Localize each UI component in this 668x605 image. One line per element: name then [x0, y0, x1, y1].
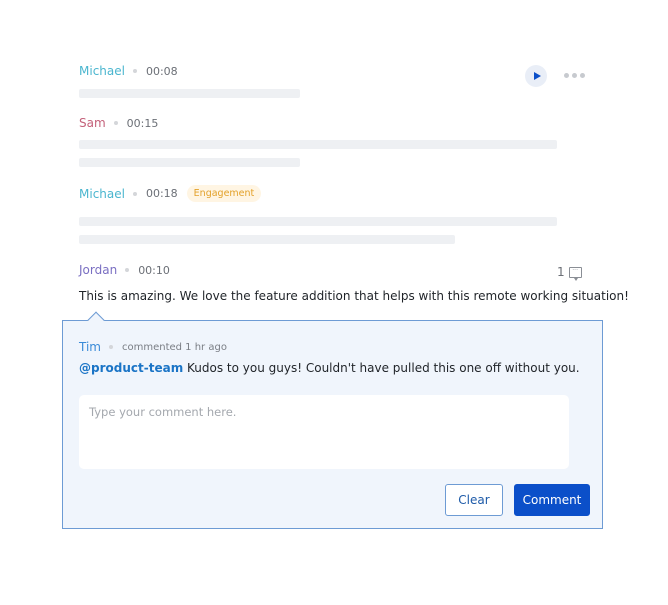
play-icon	[533, 72, 541, 80]
comment-text: Kudos to you guys! Couldn't have pulled …	[183, 361, 580, 375]
transcript-entry-header: Jordan 00:10	[79, 263, 170, 277]
transcript-text-placeholder	[79, 158, 300, 167]
separator-dot	[113, 121, 118, 125]
more-horizontal-icon	[564, 73, 569, 78]
separator-dot	[125, 268, 130, 272]
comment-header: Tim commented 1 hr ago	[79, 340, 227, 354]
comment-meta: commented 1 hr ago	[121, 341, 227, 353]
transcript-entry-header: Michael 00:18 Engagement	[79, 185, 262, 202]
speaker-name: Jordan	[79, 263, 118, 277]
timestamp[interactable]: 00:15	[127, 117, 159, 130]
speaker-name: Sam	[79, 116, 106, 130]
transcript-text: This is amazing. We love the feature add…	[79, 289, 629, 303]
comment-input[interactable]	[79, 395, 569, 469]
transcript-text-placeholder	[79, 235, 455, 244]
comment-count-button[interactable]: 1 ···	[557, 265, 582, 281]
transcript-text-placeholder	[79, 89, 300, 98]
transcript-text-placeholder	[79, 140, 557, 149]
comment-count: 1	[557, 265, 565, 279]
transcript-text-placeholder	[79, 217, 557, 226]
speaker-name: Michael	[79, 64, 125, 78]
play-button[interactable]	[525, 65, 547, 87]
separator-dot	[132, 191, 137, 196]
timestamp[interactable]: 00:10	[138, 264, 170, 277]
separator-dot	[108, 345, 113, 349]
transcript-entry-header: Sam 00:15	[79, 116, 158, 130]
transcript-entry-header: Michael 00:08	[79, 64, 178, 78]
speaker-name: Michael	[79, 186, 125, 201]
more-options-button[interactable]	[564, 73, 585, 78]
timestamp[interactable]: 00:08	[146, 65, 178, 78]
timestamp[interactable]: 00:18	[146, 187, 178, 200]
mention-link[interactable]: @product-team	[79, 361, 183, 375]
separator-dot	[132, 69, 137, 73]
tag-badge: Engagement	[186, 185, 262, 202]
comment-author: Tim	[79, 340, 101, 354]
comment-icon: ···	[568, 266, 582, 281]
clear-button[interactable]: Clear	[445, 484, 503, 516]
comment-body: @product-team Kudos to you guys! Couldn'…	[79, 361, 580, 375]
comment-submit-button[interactable]: Comment	[514, 484, 590, 516]
